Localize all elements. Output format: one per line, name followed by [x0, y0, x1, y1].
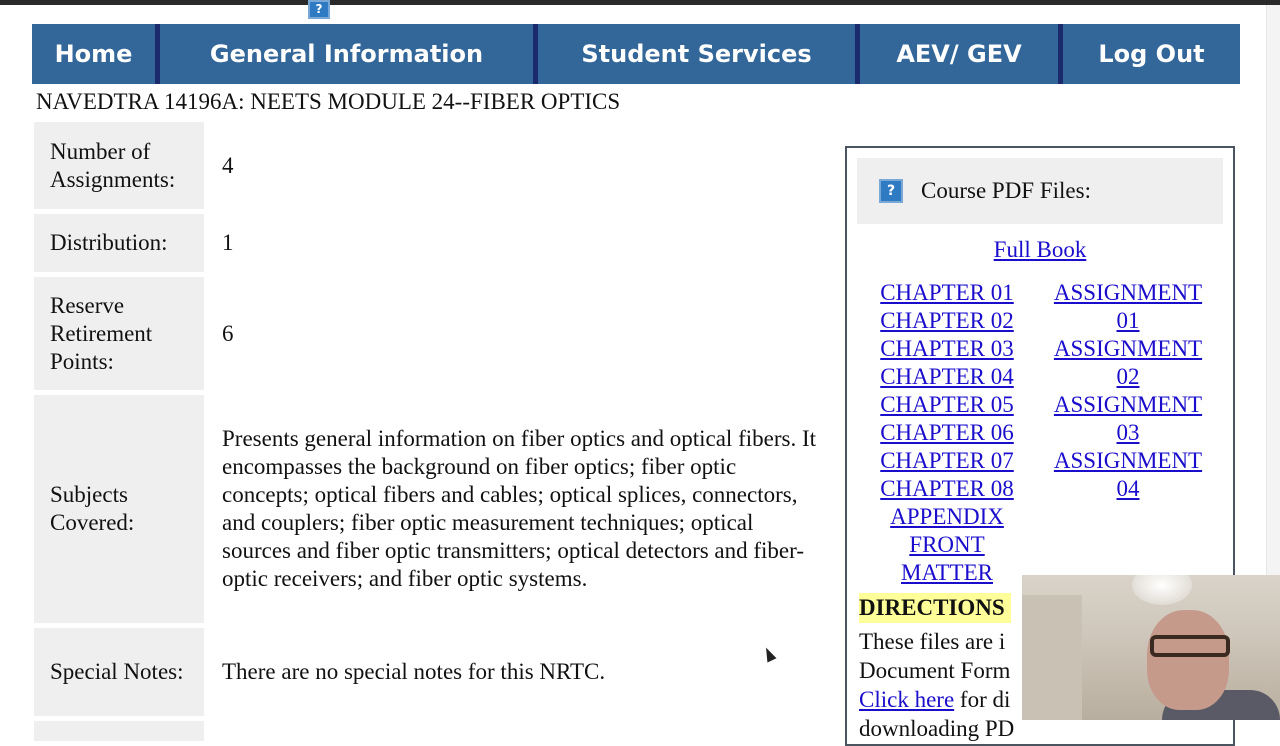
chapter-link[interactable]: CHAPTER 05 [861, 391, 1033, 419]
chapter-link[interactable]: CHAPTER 06 [861, 419, 1033, 447]
info-row-retirement-points: Reserve Retirement Points: 6 [34, 277, 834, 390]
pdf-panel-header: ? Course PDF Files: [857, 158, 1223, 224]
page-title: NAVEDTRA 14196A: NEETS MODULE 24--FIBER … [36, 89, 621, 114]
info-value: 4 [222, 152, 234, 178]
info-row-distribution: Distribution: 1 [34, 214, 834, 272]
webcam-overlay [1022, 575, 1280, 720]
front-matter-link[interactable]: FRONT MATTER [861, 531, 1033, 587]
assignment-link[interactable]: ASSIGNMENT 02 [1033, 335, 1223, 391]
chapter-link[interactable]: CHAPTER 04 [861, 363, 1033, 391]
assignment-link[interactable]: ASSIGNMENT 03 [1033, 391, 1223, 447]
chapter-link[interactable]: CHAPTER 02 [861, 307, 1033, 335]
nav-general-information[interactable]: General Information [160, 24, 538, 84]
directions-heading: DIRECTIONS [859, 593, 1011, 623]
pdf-link-columns: CHAPTER 01 CHAPTER 02 CHAPTER 03 CHAPTER… [847, 279, 1233, 587]
chapter-link[interactable]: CHAPTER 03 [861, 335, 1033, 363]
main-nav: Home General Information Student Service… [32, 24, 1240, 84]
assignment-link[interactable]: ASSIGNMENT 01 [1033, 279, 1223, 335]
info-label: Distribution: [34, 214, 204, 272]
chapter-link[interactable]: CHAPTER 08 [861, 475, 1033, 503]
nav-student-services[interactable]: Student Services [538, 24, 860, 84]
info-row-assignments: Number of Assignments: 4 [34, 122, 834, 209]
help-icon[interactable]: ? [879, 179, 903, 203]
info-label: Special Notes: [34, 628, 204, 716]
info-value: 6 [222, 320, 234, 346]
webcam-wall [1022, 595, 1082, 720]
directions-line-rest: for di [954, 687, 1011, 712]
help-icon[interactable]: ? [308, 0, 330, 19]
chapter-link[interactable]: CHAPTER 07 [861, 447, 1033, 475]
pdf-panel-title: Course PDF Files: [921, 178, 1091, 203]
nav-log-out[interactable]: Log Out [1063, 24, 1240, 84]
nav-aev-gev[interactable]: AEV/ GEV [860, 24, 1063, 84]
info-value: There are no special notes for this NRTC… [222, 659, 606, 684]
info-value: 1 [222, 230, 234, 255]
info-label: Reserve Retirement Points: [34, 277, 204, 390]
info-row-special-notes: Special Notes: There are no special note… [34, 628, 834, 716]
info-row-subjects: Subjects Covered: Presents general infor… [34, 395, 834, 623]
browser-top-edge [0, 0, 1280, 5]
full-book-link[interactable]: Full Book [994, 237, 1087, 262]
nav-home[interactable]: Home [32, 24, 160, 84]
info-row-next [34, 721, 834, 741]
info-label: Subjects Covered: [34, 395, 204, 623]
info-label: Number of Assignments: [34, 122, 204, 209]
info-label [34, 721, 204, 741]
appendix-link[interactable]: APPENDIX [861, 503, 1033, 531]
info-value: Presents general information on fiber op… [222, 426, 816, 591]
course-info-table: Number of Assignments: 4 Distribution: 1… [34, 122, 834, 746]
webcam-ceiling-light [1132, 575, 1192, 605]
assignment-link[interactable]: ASSIGNMENT 04 [1033, 447, 1223, 503]
chapter-link[interactable]: CHAPTER 01 [861, 279, 1033, 307]
chapter-links: CHAPTER 01 CHAPTER 02 CHAPTER 03 CHAPTER… [861, 279, 1033, 587]
assignment-links: ASSIGNMENT 01 ASSIGNMENT 02 ASSIGNMENT 0… [1033, 279, 1223, 587]
webcam-person-head [1147, 610, 1229, 710]
click-here-link[interactable]: Click here [859, 687, 954, 712]
webcam-person-glasses [1150, 635, 1230, 657]
